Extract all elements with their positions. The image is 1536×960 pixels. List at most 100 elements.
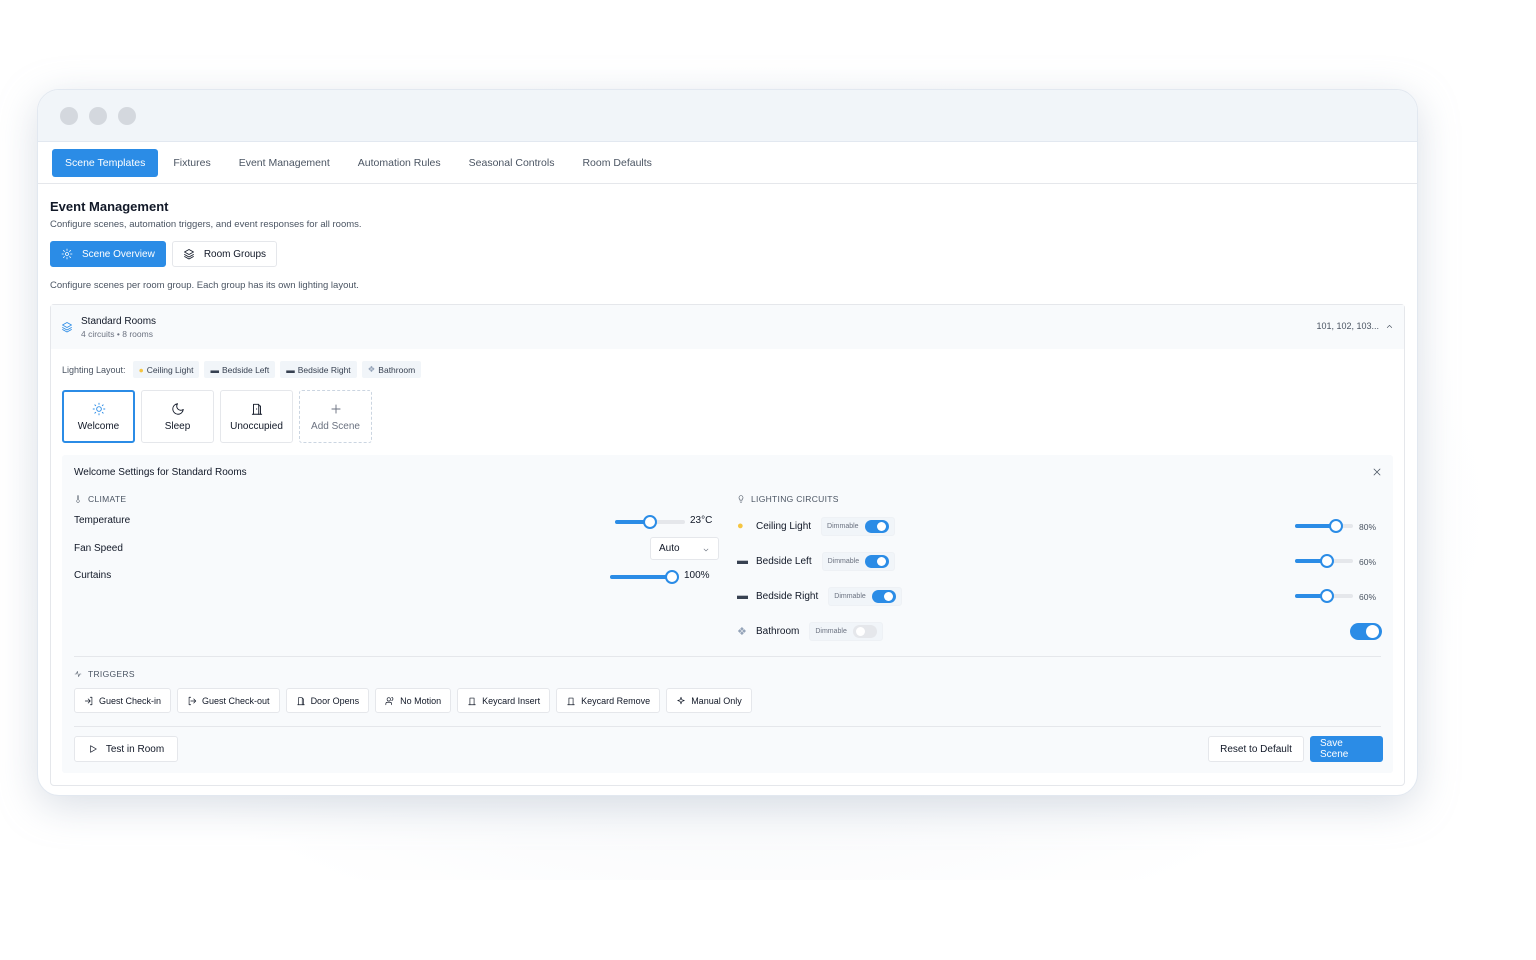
scene-sleep[interactable]: Sleep (141, 390, 214, 443)
tab-scene-templates[interactable]: Scene Templates (52, 148, 159, 177)
chevron-up-icon[interactable] (1385, 322, 1394, 331)
scene-label: Add Scene (311, 420, 360, 432)
button-label: Reset to Default (1220, 743, 1292, 755)
subtab-label: Scene Overview (82, 248, 155, 260)
dimmable-toggle[interactable] (871, 589, 896, 603)
door-icon (251, 403, 262, 415)
trigger-keycard-remove[interactable]: Keycard Remove (556, 688, 661, 713)
scene-welcome[interactable]: Welcome (62, 390, 135, 443)
add-scene-button[interactable]: Add Scene (299, 390, 372, 443)
circuit-name: Bedside Right (756, 590, 819, 602)
dimmable-toggle[interactable] (852, 624, 877, 638)
tab-automation-rules[interactable]: Automation Rules (345, 149, 454, 177)
curtains-value: 100% (684, 570, 710, 581)
window-maximize-dot[interactable] (118, 106, 136, 125)
temperature-slider[interactable] (615, 515, 685, 529)
users-icon (385, 696, 394, 705)
ceiling-light-slider[interactable] (1295, 519, 1353, 533)
chip-label: Bedside Left (221, 364, 270, 375)
gear-icon (61, 248, 73, 260)
circuit-name: Bathroom (756, 625, 800, 637)
tab-room-defaults[interactable]: Room Defaults (569, 149, 664, 177)
scene-label: Unoccupied (230, 420, 283, 432)
close-icon[interactable] (1371, 466, 1383, 478)
scene-list: Welcome Sleep Unoccupied Add Scene (51, 378, 1404, 443)
lighting-section-label: LIGHTING CIRCUITS (737, 494, 839, 504)
trigger-door-opens[interactable]: Door Opens (285, 688, 370, 713)
dimmable-tag-label: Dimmable (815, 627, 847, 635)
tab-seasonal-controls[interactable]: Seasonal Controls (456, 149, 568, 177)
bed-icon: ▬ (286, 364, 295, 375)
group-hint: Configure scenes per room group. Each gr… (50, 280, 359, 291)
window-minimize-dot[interactable] (89, 106, 107, 125)
fan-speed-value: Auto (659, 543, 680, 554)
section-divider (74, 656, 1381, 657)
main-content: Event Management Configure scenes, autom… (38, 184, 1417, 786)
subtab-scene-overview[interactable]: Scene Overview (50, 241, 166, 267)
lighting-layout-row: Lighting Layout: ● Ceiling Light ▬ Bedside… (51, 349, 1404, 378)
shower-icon: ❖ (737, 625, 747, 638)
circuit-ceiling-light: ● Ceiling Light Dimmable (737, 516, 895, 536)
save-scene-button[interactable]: Save Scene (1310, 736, 1383, 762)
trigger-manual-only[interactable]: Manual Only (666, 688, 752, 713)
bathroom-power-toggle[interactable] (1350, 623, 1382, 640)
button-label: Save Scene (1320, 738, 1349, 760)
tab-event-management[interactable]: Event Management (226, 149, 343, 177)
curtains-slider[interactable] (610, 570, 679, 584)
top-nav: Scene Templates Fixtures Event Managemen… (38, 142, 1417, 184)
circuit-name: Bedside Left (756, 555, 812, 567)
shower-icon: ❖ (367, 364, 376, 374)
window-close-dot[interactable] (60, 106, 78, 125)
room-group-card: Standard Rooms 4 circuits • 8 rooms 101,… (50, 304, 1405, 786)
dimmable-tag: Dimmable (809, 621, 883, 641)
settings-title: Welcome Settings for Standard Rooms (74, 467, 247, 478)
group-room-list: 101, 102, 103... (1316, 321, 1394, 331)
dimmable-toggle[interactable] (865, 554, 890, 568)
section-label-text: TRIGGERS (88, 669, 135, 679)
dimmable-toggle[interactable] (864, 519, 889, 533)
section-label-text: LIGHTING CIRCUITS (751, 494, 839, 504)
page-subtitle: Configure scenes, automation triggers, a… (50, 219, 362, 230)
scene-label: Sleep (164, 420, 191, 432)
layout-chip-bathroom: ❖ Bathroom (361, 361, 422, 378)
button-label: Test in Room (105, 743, 165, 755)
trigger-list: Guest Check-in Guest Check-out Door Open… (74, 688, 752, 713)
bedside-right-value: 60% (1359, 592, 1377, 602)
tab-fixtures[interactable]: Fixtures (160, 149, 223, 177)
footer-divider (74, 726, 1381, 727)
test-in-room-button[interactable]: Test in Room (74, 736, 178, 762)
dimmable-tag-label: Dimmable (827, 522, 859, 530)
trigger-guest-check-out[interactable]: Guest Check-out (177, 688, 280, 713)
group-header[interactable]: Standard Rooms 4 circuits • 8 rooms 101,… (51, 305, 1404, 349)
climate-section-label: CLIMATE (74, 494, 126, 504)
fan-speed-select[interactable]: Auto (650, 537, 719, 560)
reset-to-default-button[interactable]: Reset to Default (1208, 736, 1304, 762)
layout-chip-ceiling-light: ● Ceiling Light (132, 361, 200, 378)
page-title: Event Management (50, 199, 169, 214)
moon-icon (171, 402, 184, 415)
bed-icon: ▬ (210, 364, 219, 375)
dimmable-tag: Dimmable (828, 586, 902, 606)
window-titlebar (38, 90, 1417, 142)
dimmable-tag: Dimmable (821, 551, 896, 571)
curtains-label: Curtains (74, 570, 112, 581)
trigger-keycard-insert[interactable]: Keycard Insert (457, 688, 551, 713)
trigger-label: Guest Check-out (202, 695, 270, 706)
login-icon (84, 696, 93, 705)
scene-unoccupied[interactable]: Unoccupied (220, 390, 293, 443)
bedside-left-slider[interactable] (1295, 554, 1353, 568)
circuit-bedside-right: ▬ Bedside Right Dimmable (737, 586, 902, 606)
bed-icon: ▬ (737, 589, 748, 602)
trigger-label: Door Opens (310, 695, 360, 706)
bedside-left-value: 60% (1359, 557, 1377, 567)
trigger-no-motion[interactable]: No Motion (375, 688, 452, 713)
trigger-guest-check-in[interactable]: Guest Check-in (74, 688, 172, 713)
subtab-room-groups[interactable]: Room Groups (171, 241, 278, 267)
subtabs: Scene Overview Room Groups (50, 241, 1405, 267)
section-label-text: CLIMATE (88, 494, 127, 504)
chip-label: Ceiling Light (146, 364, 194, 375)
ceiling-light-value: 80% (1359, 522, 1377, 532)
layout-chip-bedside-right: ▬ Bedside Right (280, 361, 357, 378)
bedside-right-slider[interactable] (1295, 589, 1353, 603)
chip-label: Bedside Right (297, 364, 351, 375)
